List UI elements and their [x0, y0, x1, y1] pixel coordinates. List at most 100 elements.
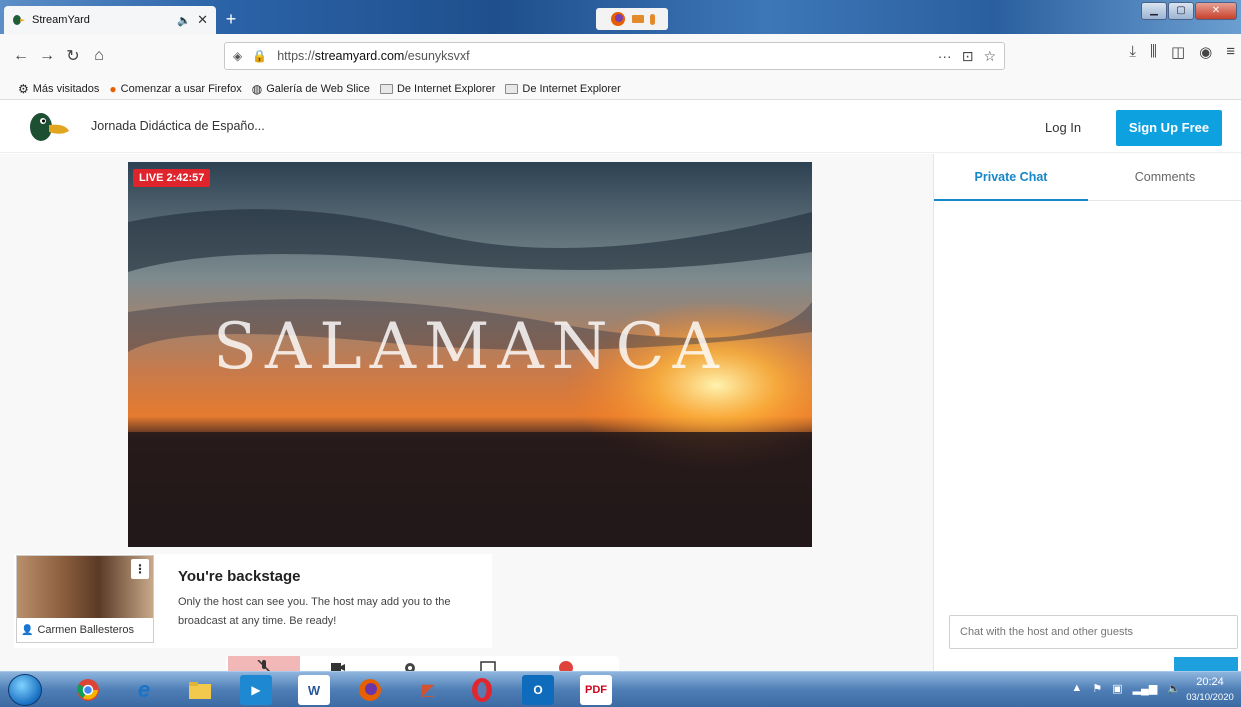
action-center-flag-icon[interactable]: ⚑: [1092, 682, 1102, 695]
page-actions-icon[interactable]: ···: [938, 48, 952, 65]
speaker-icon[interactable]: 🔈: [177, 14, 191, 27]
streamyard-favicon-icon: [13, 15, 25, 25]
bookmark-label: Galería de Web Slice: [266, 82, 370, 95]
device-icon[interactable]: ▣: [1112, 682, 1122, 695]
close-tab-icon[interactable]: ✕: [197, 12, 208, 28]
bookmark-star-icon[interactable]: ☆: [983, 48, 996, 65]
powerpoint-icon[interactable]: ◩: [412, 675, 444, 705]
tab-comments[interactable]: Comments: [1088, 154, 1241, 201]
internet-explorer-icon[interactable]: e: [128, 675, 160, 705]
file-explorer-icon[interactable]: [184, 675, 216, 705]
folder-logo: [189, 682, 211, 699]
sharing-indicator[interactable]: [596, 8, 668, 30]
globe-icon: ◍: [251, 81, 263, 96]
send-button[interactable]: [1174, 657, 1238, 671]
firefox-icon: ●: [109, 81, 117, 96]
opera-icon[interactable]: [466, 675, 498, 705]
chrome-logo: [77, 679, 99, 701]
chrome-icon[interactable]: [72, 675, 104, 705]
url-path: /esunyksvxf: [404, 49, 470, 63]
clock-time: 20:24: [1196, 676, 1224, 688]
bookmark-folder-ie-2[interactable]: De Internet Explorer: [505, 82, 621, 95]
volume-icon[interactable]: 🔈: [1167, 682, 1181, 695]
outlook-icon[interactable]: O: [522, 675, 554, 705]
backstage-heading: You're backstage: [178, 568, 301, 585]
streamyard-logo-icon[interactable]: [27, 109, 71, 145]
forward-icon[interactable]: →: [34, 43, 60, 69]
page-header: Jornada Didáctica de Españo... Log In Si…: [0, 101, 1241, 153]
chat-sidebar: Private Chat Comments: [933, 154, 1241, 671]
folder-icon: [379, 83, 393, 94]
bookmarks-toolbar: ⚙ Más visitados ● Comenzar a usar Firefox …: [0, 78, 1241, 100]
camera-icon: [631, 15, 644, 23]
network-signal-icon[interactable]: ▂▄▆: [1133, 682, 1158, 695]
navigation-toolbar: ← → ↻ ⌂ ◈ 🔒 https://streamyard.com/esuny…: [0, 34, 1241, 78]
bookmark-folder-ie-1[interactable]: De Internet Explorer: [379, 82, 496, 95]
reload-icon[interactable]: ↻: [60, 43, 86, 69]
clock-date: 03/10/2020: [1186, 692, 1234, 703]
download-icon[interactable]: ⤓: [1129, 43, 1136, 61]
bookmark-get-started[interactable]: ● Comenzar a usar Firefox: [109, 82, 241, 96]
bookmark-most-visited[interactable]: ⚙ Más visitados: [18, 82, 99, 96]
gear-icon: ⚙: [18, 81, 29, 96]
opera-logo: [472, 678, 492, 702]
pocket-icon[interactable]: ⊡: [962, 48, 974, 65]
video-title-art: SALAMANCA: [213, 310, 727, 384]
menu-icon[interactable]: ≡: [1226, 43, 1235, 61]
backstage-card: ⋮ 👤 Carmen Ballesteros You're backstage …: [14, 554, 492, 648]
folder-icon: [505, 83, 519, 94]
live-badge: LIVE 2:42:57: [133, 169, 211, 187]
url-text[interactable]: https://streamyard.com/esunyksvxf: [277, 49, 928, 63]
bookmark-label: De Internet Explorer: [396, 82, 496, 95]
tracking-shield-icon[interactable]: ◈: [233, 49, 242, 63]
participant-name: Carmen Ballesteros: [37, 624, 135, 636]
back-icon[interactable]: ←: [8, 43, 34, 69]
url-bar[interactable]: ◈ 🔒 https://streamyard.com/esunyksvxf ··…: [224, 42, 1005, 70]
lock-icon[interactable]: 🔒: [252, 49, 267, 63]
backstage-message: Only the host can see you. The host may …: [178, 596, 451, 627]
toolbar-right: ⤓ ⫼ ◫ ◉ ≡: [1129, 43, 1235, 61]
minimize-button[interactable]: ▁: [1141, 2, 1167, 20]
bookmark-web-slice[interactable]: ◍ Galería de Web Slice: [252, 82, 370, 96]
firefox-icon: [610, 12, 625, 26]
tab-private-chat[interactable]: Private Chat: [934, 154, 1088, 201]
taskbar-clock[interactable]: 20:24 03/10/2020: [1183, 675, 1237, 705]
close-window-button[interactable]: ✕: [1195, 2, 1237, 20]
account-icon[interactable]: ◉: [1199, 43, 1212, 61]
signup-button[interactable]: Sign Up Free: [1116, 110, 1222, 146]
main-stage: LIVE 2:42:57 SALAMANCA ⋮ 👤 Carmen Balles…: [0, 154, 933, 674]
media-player-icon[interactable]: ▶: [240, 675, 272, 705]
login-link[interactable]: Log In: [1045, 120, 1081, 135]
show-hidden-icons[interactable]: ▲: [1071, 682, 1082, 695]
new-tab-button[interactable]: +: [220, 8, 242, 30]
sidebar-icon[interactable]: ◫: [1171, 43, 1185, 61]
system-tray: ▲ ⚑ ▣ ▂▄▆ 🔈: [1071, 682, 1181, 695]
window-controls: ▁ ▢ ✕: [1141, 2, 1237, 20]
url-prefix: https://: [277, 49, 315, 63]
maximize-button[interactable]: ▢: [1168, 2, 1194, 20]
bookmark-label: Más visitados: [32, 82, 100, 95]
browser-tab[interactable]: StreamYard 🔈 ✕: [4, 6, 216, 34]
chat-tabs: Private Chat Comments: [934, 154, 1241, 201]
person-icon: 👤: [21, 624, 34, 636]
broadcast-title: Jornada Didáctica de Españo...: [91, 119, 265, 133]
microphone-icon: [649, 13, 655, 25]
bookmark-label: Comenzar a usar Firefox: [120, 82, 242, 95]
url-domain: streamyard.com: [314, 49, 405, 63]
participant-menu-button[interactable]: ⋮: [131, 559, 149, 579]
word-icon[interactable]: W: [298, 675, 330, 705]
firefox-logo: [359, 679, 381, 701]
tab-title: StreamYard: [32, 14, 90, 26]
browser-titlebar: StreamYard 🔈 ✕ + ▁ ▢ ✕: [0, 0, 1241, 34]
chat-input[interactable]: [949, 615, 1238, 649]
participant-name-row: 👤 Carmen Ballesteros: [21, 624, 134, 636]
live-video[interactable]: LIVE 2:42:57 SALAMANCA: [128, 162, 812, 547]
library-icon[interactable]: ⫼: [1150, 43, 1157, 61]
firefox-taskbar-icon[interactable]: [354, 675, 386, 705]
windows-taskbar: e ▶ W ◩ O PDF ▲ ⚑ ▣ ▂▄▆ 🔈 20:24 03/10/20…: [0, 671, 1241, 707]
bookmark-label: De Internet Explorer: [522, 82, 621, 95]
home-icon[interactable]: ⌂: [86, 43, 112, 69]
pdf-icon[interactable]: PDF: [580, 675, 612, 705]
start-button[interactable]: [8, 674, 42, 706]
participant-thumbnail: ⋮ 👤 Carmen Ballesteros: [16, 555, 154, 643]
